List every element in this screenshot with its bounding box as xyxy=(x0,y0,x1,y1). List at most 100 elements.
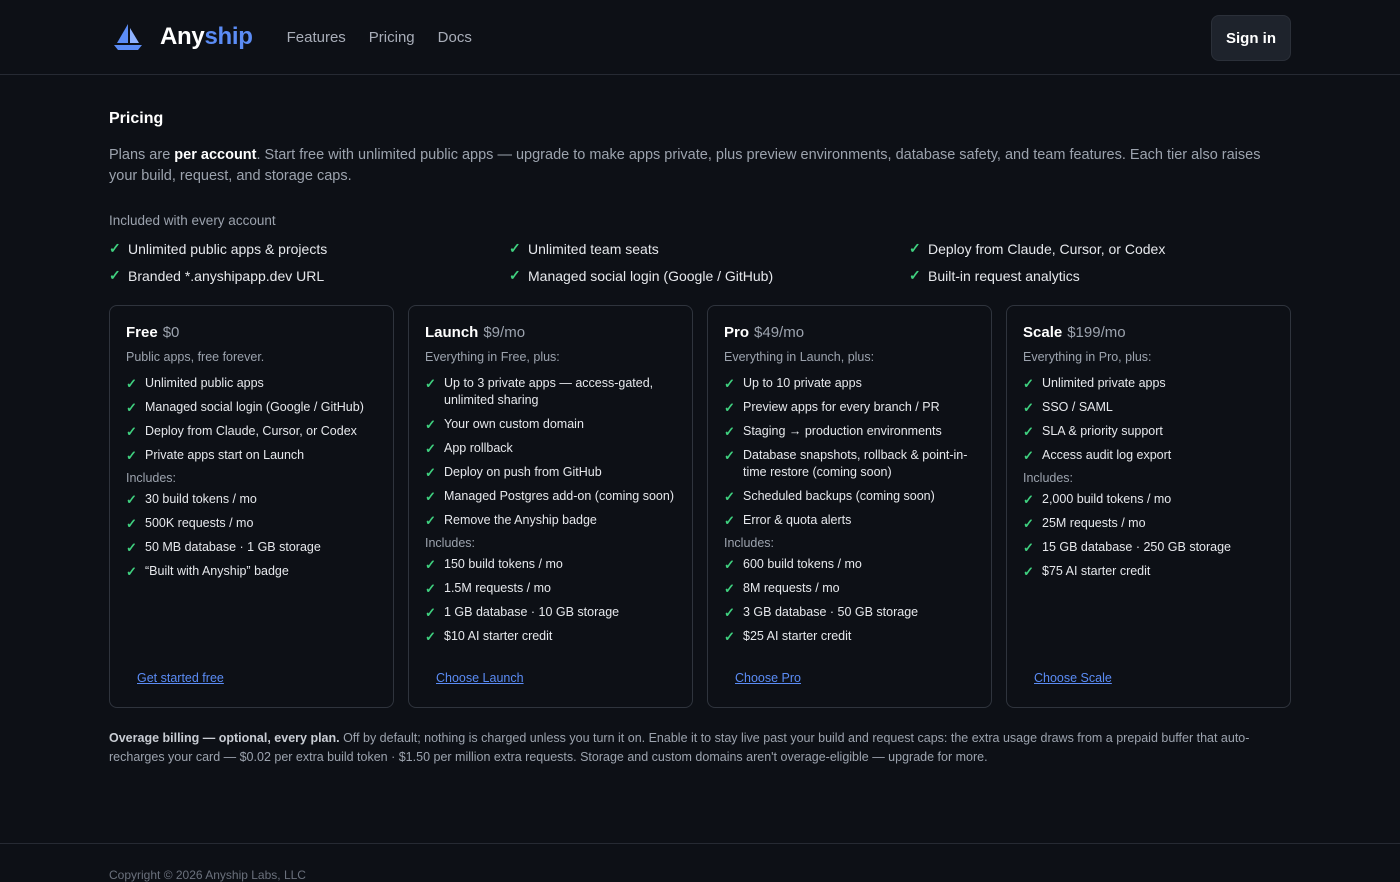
choose-launch-link[interactable]: Choose Launch xyxy=(436,671,524,685)
choose-scale-link[interactable]: Choose Scale xyxy=(1034,671,1112,685)
include-item: ✓ “Built with Anyship” badge xyxy=(126,564,289,579)
included-item: ✓ Branded *.anyshipapp.dev URL xyxy=(109,267,325,284)
check-icon: ✓ xyxy=(1023,540,1034,555)
feature-item: ✓ Error & quota alerts xyxy=(724,513,852,528)
check-icon: ✓ xyxy=(425,489,436,504)
include-item: ✓ 1.5M requests / mo xyxy=(425,581,551,596)
plan-card-scale: Scale $199/mo Everything in Pro, plus: ✓ U… xyxy=(1006,305,1291,708)
check-icon: ✓ xyxy=(1023,564,1034,579)
feature-item: ✓ Preview apps for every branch / PR xyxy=(724,400,940,415)
check-icon: ✓ xyxy=(109,240,121,256)
includes-label: Includes: xyxy=(425,536,476,550)
check-icon: ✓ xyxy=(724,400,735,415)
plan-price: $9/mo xyxy=(483,324,526,341)
check-icon: ✓ xyxy=(126,448,137,463)
check-icon: ✓ xyxy=(425,581,436,596)
include-item: ✓ $10 AI starter credit xyxy=(425,629,553,644)
check-icon: ✓ xyxy=(425,557,436,572)
get-started-free-link[interactable]: Get started free xyxy=(137,671,224,685)
page-title: Pricing xyxy=(109,110,164,127)
check-icon: ✓ xyxy=(1023,516,1034,531)
check-icon: ✓ xyxy=(126,540,137,555)
feature-item: ✓ Deploy on push from GitHub xyxy=(425,465,602,480)
check-icon: ✓ xyxy=(724,376,735,391)
check-icon: ✓ xyxy=(126,376,137,391)
include-item: ✓ 500K requests / mo xyxy=(126,516,254,531)
include-item: ✓ 150 build tokens / mo xyxy=(425,557,563,572)
sailboat-logo-icon xyxy=(114,24,142,50)
plan-subtitle: Everything in Free, plus: xyxy=(425,350,560,364)
included-item: ✓ Unlimited public apps & projects xyxy=(109,240,328,257)
include-item: ✓ 2,000 build tokens / mo xyxy=(1023,492,1172,507)
check-icon: ✓ xyxy=(425,629,436,644)
feature-item: ✓ Scheduled backups (coming soon) xyxy=(724,489,935,504)
check-icon: ✓ xyxy=(425,441,436,456)
include-item: ✓ 50 MB database · 1 GB storage xyxy=(126,540,321,555)
include-item: ✓ 600 build tokens / mo xyxy=(724,557,862,572)
check-icon: ✓ xyxy=(724,448,735,463)
footer-copyright: Copyright © 2026 Anyship Labs, LLC xyxy=(109,868,306,882)
check-icon: ✓ xyxy=(724,424,735,439)
include-item: ✓ 30 build tokens / mo xyxy=(126,492,257,507)
check-icon: ✓ xyxy=(909,240,921,256)
included-item: ✓ Deploy from Claude, Cursor, or Codex xyxy=(909,240,1166,257)
pricing-intro: Plans are per account. Start free with u… xyxy=(109,147,1261,184)
plan-name: Free xyxy=(126,324,158,341)
include-item: ✓ 8M requests / mo xyxy=(724,581,840,596)
feature-item: ✓ Unlimited public apps xyxy=(126,376,264,391)
overage-note: Overage billing — optional, every plan. … xyxy=(109,731,1250,764)
feature-item: ✓ Managed Postgres add-on (coming soon) xyxy=(425,489,674,504)
includes-label: Includes: xyxy=(1023,471,1074,485)
check-icon: ✓ xyxy=(425,605,436,620)
choose-pro-link[interactable]: Choose Pro xyxy=(735,671,801,685)
plan-name: Scale xyxy=(1023,324,1063,341)
check-icon: ✓ xyxy=(126,516,137,531)
logo[interactable]: Anyship xyxy=(112,23,253,51)
plan-card-launch: Launch $9/mo Everything in Free, plus: ✓ U… xyxy=(408,305,693,708)
included-item: ✓ Unlimited team seats xyxy=(509,240,659,257)
check-icon: ✓ xyxy=(724,557,735,572)
feature-item: ✓ Access audit log export xyxy=(1023,448,1172,463)
plan-name: Launch xyxy=(425,324,479,341)
plan-price: $199/mo xyxy=(1067,324,1126,341)
check-icon: ✓ xyxy=(425,376,436,391)
check-icon: ✓ xyxy=(425,417,436,432)
includes-label: Includes: xyxy=(126,471,177,485)
feature-item: ✓ Managed social login (Google / GitHub) xyxy=(126,400,364,415)
plan-price: $0 xyxy=(162,324,180,341)
feature-item: ✓ Remove the Anyship badge xyxy=(425,513,597,528)
check-icon: ✓ xyxy=(909,267,921,283)
includes-label: Includes: xyxy=(724,536,775,550)
plan-subtitle: Public apps, free forever. xyxy=(126,350,265,364)
feature-item: ✓ App rollback xyxy=(425,441,513,456)
check-icon: ✓ xyxy=(126,564,137,579)
feature-item: ✓ Up to 3 private apps — access-gated, un… xyxy=(425,376,654,407)
include-item: ✓ 1 GB database · 10 GB storage xyxy=(425,605,620,620)
sign-in-button[interactable]: Sign in xyxy=(1211,15,1291,61)
brand-name: Anyship xyxy=(160,23,253,50)
plan-price: $49/mo xyxy=(754,324,805,341)
include-item: ✓ $25 AI starter credit xyxy=(724,629,852,644)
intro-emphasis: per account xyxy=(174,147,257,163)
nav-link-features[interactable]: Features xyxy=(287,29,346,46)
included-heading: Included with every account xyxy=(109,213,276,228)
include-item: ✓ $75 AI starter credit xyxy=(1023,564,1151,579)
check-icon: ✓ xyxy=(425,465,436,480)
footer-divider xyxy=(0,843,1400,844)
nav-link-pricing[interactable]: Pricing xyxy=(369,29,415,46)
plan-cards: Free $0 Public apps, free forever. ✓ Unlim… xyxy=(109,305,1291,708)
check-icon: ✓ xyxy=(1023,448,1034,463)
feature-item: ✓ SSO / SAML xyxy=(1023,400,1113,415)
check-icon: ✓ xyxy=(509,240,521,256)
plan-card-free: Free $0 Public apps, free forever. ✓ Unlim… xyxy=(109,305,394,708)
nav-link-docs[interactable]: Docs xyxy=(438,29,472,46)
check-icon: ✓ xyxy=(126,424,137,439)
plan-name: Pro xyxy=(724,324,750,341)
feature-item: ✓ Private apps start on Launch xyxy=(126,448,305,463)
check-icon: ✓ xyxy=(724,513,735,528)
feature-item: ✓ Deploy from Claude, Cursor, or Codex xyxy=(126,424,357,439)
include-item: ✓ 15 GB database · 250 GB storage xyxy=(1023,540,1232,555)
include-item: ✓ 3 GB database · 50 GB storage xyxy=(724,605,919,620)
check-icon: ✓ xyxy=(724,605,735,620)
include-item: ✓ 25M requests / mo xyxy=(1023,516,1146,531)
